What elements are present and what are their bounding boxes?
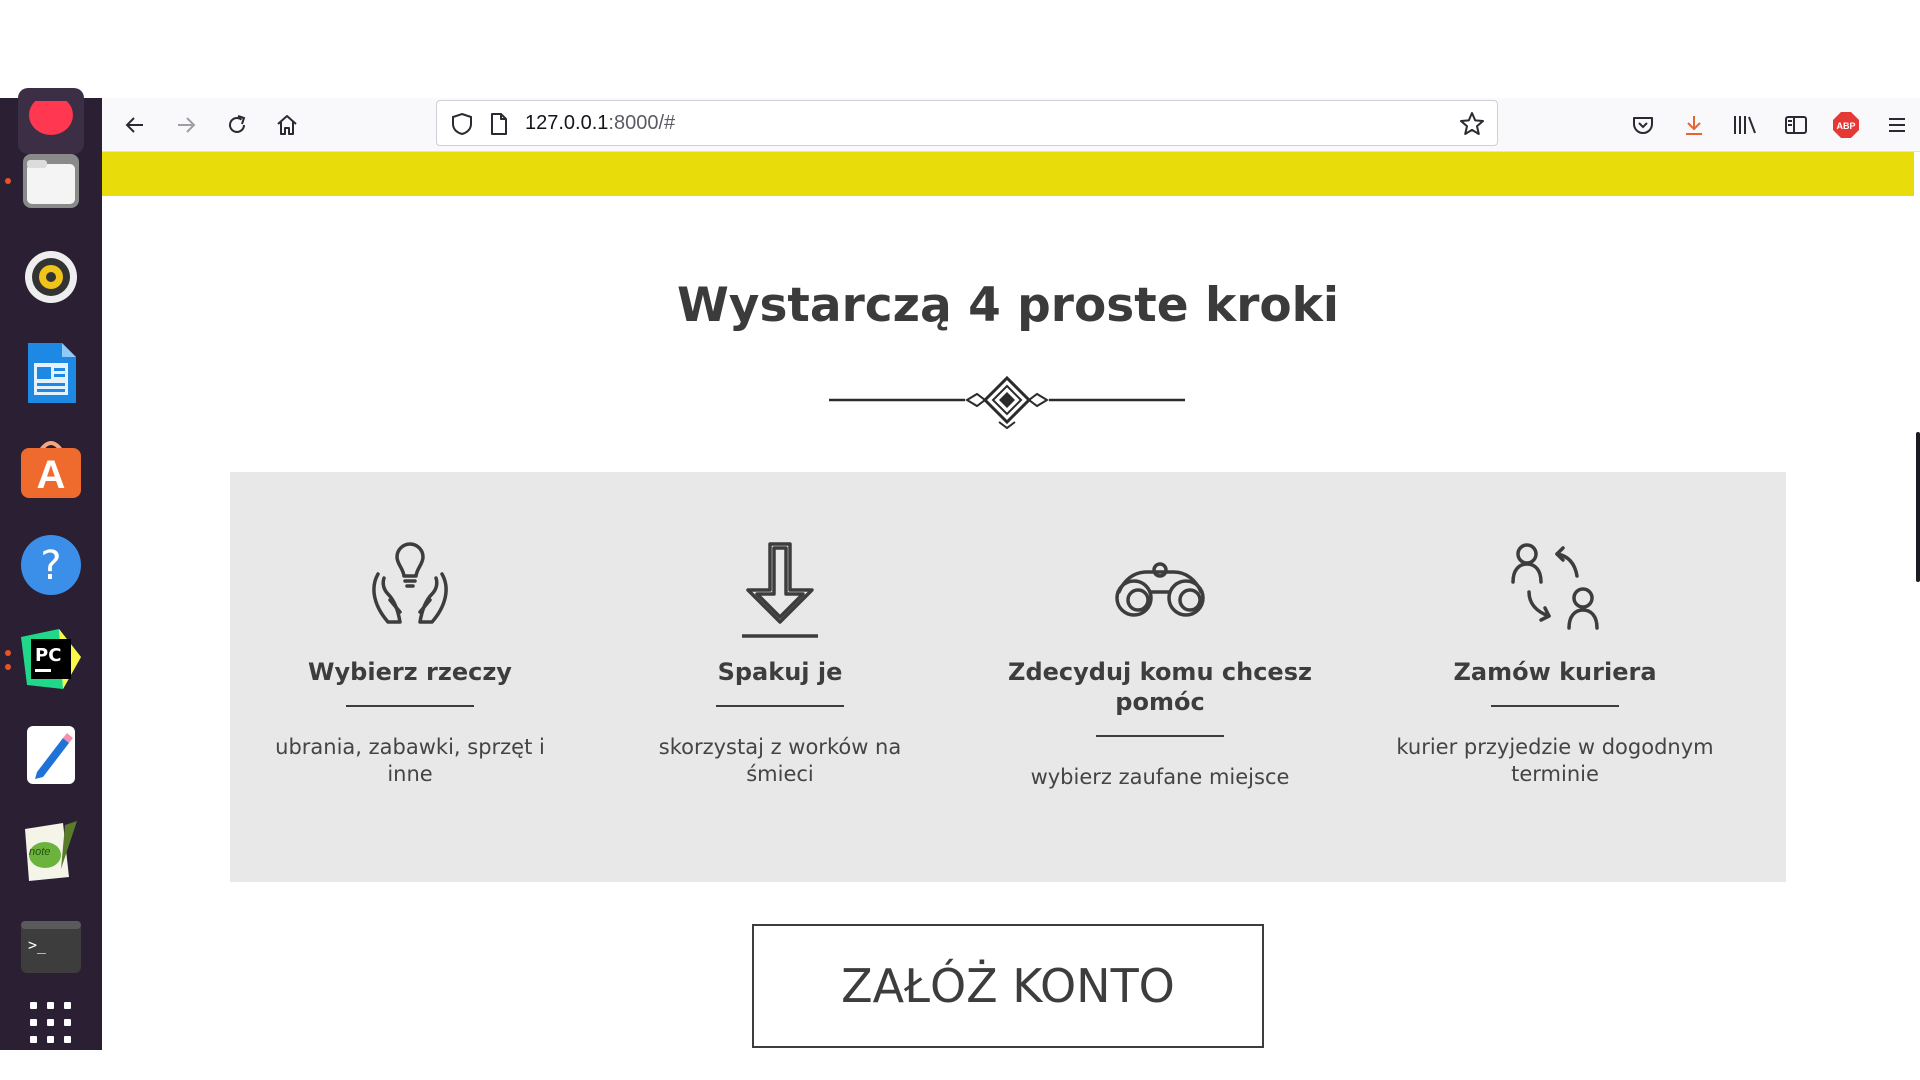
svg-text:ABP: ABP (1836, 121, 1855, 131)
pocket-button[interactable] (1626, 108, 1660, 142)
create-account-button[interactable]: ZAŁÓŻ KONTO (752, 924, 1264, 1048)
svg-text:note: note (29, 846, 50, 858)
step-item: Wybierz rzeczy ubrania, zabawki, sprzęt … (274, 472, 546, 882)
adblock-icon: ABP (1833, 112, 1859, 138)
step-description: wybierz zaufane miejsce (1030, 765, 1290, 789)
sidebar-button[interactable] (1779, 108, 1813, 142)
running-indicator (5, 664, 11, 670)
step-underline (716, 705, 844, 707)
running-indicator (5, 650, 11, 656)
url-text[interactable]: 127.0.0.1:8000/# (525, 112, 675, 135)
home-button[interactable] (270, 108, 304, 142)
ubuntu-dock: A ? PC note >_ (0, 88, 102, 1050)
page-icon[interactable] (489, 112, 509, 136)
home-icon (277, 115, 297, 135)
running-indicator (5, 178, 11, 184)
svg-text:>_: >_ (28, 936, 47, 954)
adblock-button[interactable]: ABP (1829, 108, 1863, 142)
hamburger-menu-icon (1889, 118, 1905, 132)
svg-text:PC: PC (35, 645, 61, 666)
menu-button[interactable] (1880, 108, 1914, 142)
binoculars-icon (1115, 562, 1205, 617)
bookmark-star-icon[interactable] (1459, 111, 1485, 137)
files-icon[interactable] (18, 148, 84, 214)
step-title: Zdecyduj komu chcesz pomóc (1008, 658, 1312, 716)
sidebar-icon (1785, 116, 1807, 134)
pocket-icon (1633, 117, 1653, 134)
section-title: Wystarczą 4 proste kroki (676, 278, 1340, 333)
screen: A ? PC note >_ 127.0.0.1:8000/# ABP Wyst… (0, 0, 1920, 1080)
software-center-icon[interactable]: A (18, 436, 84, 502)
ornament-divider (829, 375, 1185, 430)
reload-icon (229, 115, 246, 133)
arrow-down-icon (742, 542, 818, 638)
forward-button[interactable] (169, 108, 203, 142)
hands-bulb-icon (372, 542, 448, 624)
page-scrollbar[interactable] (1916, 432, 1920, 582)
step-underline (1096, 735, 1224, 737)
browser-toolbar: 127.0.0.1:8000/# ABP (102, 98, 1920, 152)
library-icon (1734, 116, 1756, 134)
step-item: Spakuj je skorzystaj z worków na śmieci (628, 472, 932, 882)
header-band (102, 152, 1914, 196)
rhythmbox-icon[interactable] (18, 244, 84, 310)
step-item: Zdecyduj komu chcesz pomóc wybierz zaufa… (996, 472, 1324, 882)
step-description: ubrania, zabawki, sprzęt i inne (275, 735, 545, 786)
firefox-icon[interactable] (18, 88, 84, 154)
writer-icon[interactable] (18, 340, 84, 406)
step-title: Spakuj je (717, 658, 843, 686)
download-icon (1686, 116, 1702, 135)
step-description: kurier przyjedzie w dogodnym terminie (1396, 735, 1714, 786)
svg-text:A: A (37, 453, 66, 497)
courier-exchange-icon (1511, 543, 1599, 630)
back-arrow-icon (125, 117, 143, 133)
forward-arrow-icon (178, 117, 196, 133)
url-bar[interactable]: 127.0.0.1:8000/# (436, 100, 1498, 146)
terminal-icon[interactable]: >_ (18, 914, 84, 980)
reload-button[interactable] (220, 108, 254, 142)
shield-icon[interactable] (451, 112, 473, 136)
step-title: Zamów kuriera (1453, 658, 1657, 686)
library-button[interactable] (1728, 108, 1762, 142)
step-underline (1491, 705, 1619, 707)
help-icon[interactable]: ? (18, 532, 84, 598)
steps-box: Wybierz rzeczy ubrania, zabawki, sprzęt … (230, 472, 1786, 882)
step-item: Zamów kuriera kurier przyjedzie w dogodn… (1380, 472, 1730, 882)
back-button[interactable] (118, 108, 152, 142)
text-editor-icon[interactable] (18, 722, 84, 788)
web-page: Wystarczą 4 proste kroki Wybierz rzeczy … (102, 152, 1920, 1050)
pycharm-icon[interactable]: PC (18, 626, 84, 692)
step-description: skorzystaj z worków na śmieci (658, 735, 902, 786)
downloads-button[interactable] (1677, 108, 1711, 142)
apps-grid-icon[interactable] (18, 998, 84, 1048)
step-title: Wybierz rzeczy (308, 658, 512, 686)
notepad-icon[interactable]: note (18, 818, 84, 884)
step-underline (346, 705, 474, 707)
svg-text:?: ? (40, 543, 61, 589)
